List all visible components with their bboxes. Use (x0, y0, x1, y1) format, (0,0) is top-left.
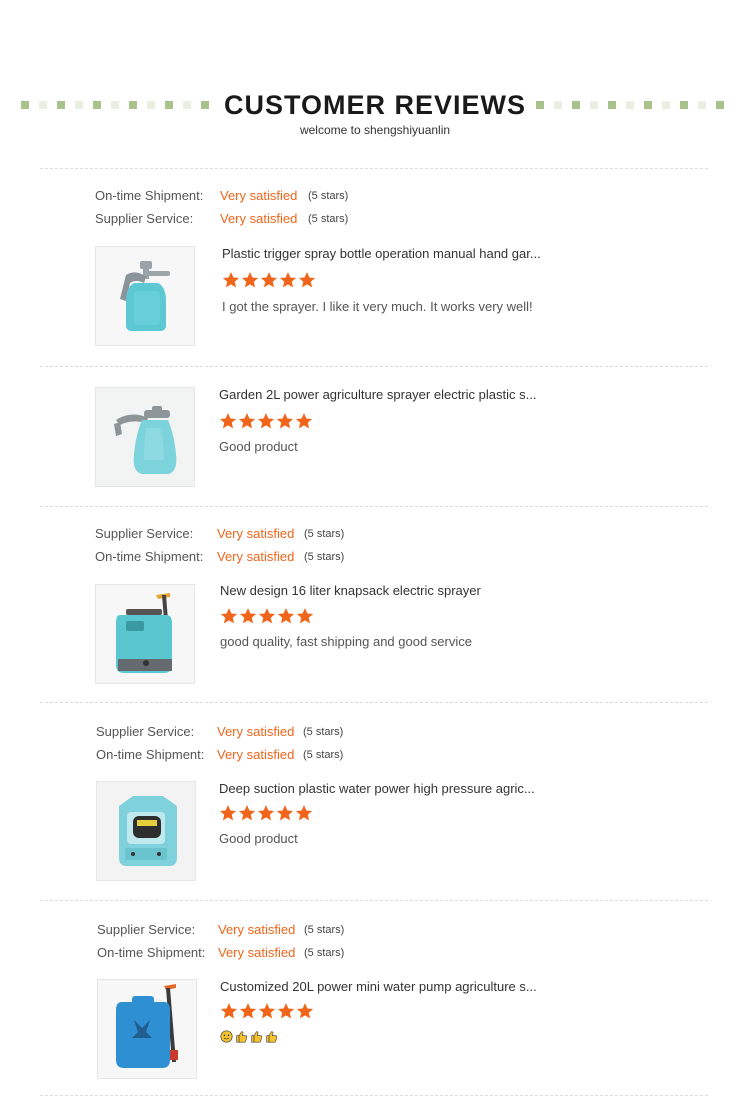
rating-stars-text: (5 stars) (308, 190, 349, 202)
star-icon (239, 1002, 257, 1020)
rating-label: On-time Shipment: (97, 945, 206, 960)
thumbs-up-emoji-icon (250, 1030, 263, 1043)
star-icon (296, 607, 314, 625)
water-pump-image[interactable] (96, 781, 196, 881)
thumbs-up-emoji-icon (265, 1030, 278, 1043)
star-icon (277, 607, 295, 625)
rating-row-supplier-service: Supplier Service: Very satisfied (5 star… (95, 525, 415, 543)
rating-stars-text: (5 stars) (304, 924, 345, 936)
review-card: Supplier Service: Very satisfied (5 star… (40, 506, 708, 703)
rating-row-supplier-service: Supplier Service: Very satisfied (5 star… (96, 723, 416, 741)
star-icon (238, 412, 256, 430)
star-icon (220, 1002, 238, 1020)
rating-label: On-time Shipment: (95, 549, 204, 564)
star-icon (257, 804, 275, 822)
review-card: Supplier Service: Very satisfied (5 star… (40, 702, 708, 901)
star-icon (298, 271, 316, 289)
knapsack-sprayer-image[interactable] (95, 584, 195, 684)
rating-stars-text: (5 stars) (303, 726, 344, 738)
star-icon (219, 412, 237, 430)
review-card: On-time Shipment: Very satisfied (5 star… (40, 168, 708, 367)
star-rating (220, 607, 314, 625)
star-icon (258, 1002, 276, 1020)
rating-row-supplier-service: Supplier Service: Very satisfied (5 star… (95, 210, 415, 228)
thumbs-up-emoji-icon (235, 1030, 248, 1043)
rating-label: On-time Shipment: (95, 188, 204, 203)
product-title-link[interactable]: Customized 20L power mini water pump agr… (220, 979, 537, 995)
rating-label: Supplier Service: (97, 922, 196, 937)
star-icon (238, 804, 256, 822)
star-icon (295, 412, 313, 430)
smile-emoji-icon (220, 1030, 233, 1043)
rating-value: Very satisfied (217, 526, 295, 541)
product-title-link[interactable]: Deep suction plastic water power high pr… (219, 781, 535, 797)
star-icon (277, 1002, 295, 1020)
rating-value: Very satisfied (218, 945, 296, 960)
rating-label: On-time Shipment: (96, 747, 205, 762)
star-rating (220, 1002, 314, 1020)
blue-backpack-sprayer-image[interactable] (97, 979, 197, 1079)
star-icon (279, 271, 297, 289)
star-icon (295, 804, 313, 822)
rating-value: Very satisfied (217, 549, 295, 564)
star-rating (222, 271, 316, 289)
star-icon (276, 412, 294, 430)
divider (40, 1095, 708, 1096)
star-icon (258, 607, 276, 625)
star-icon (276, 804, 294, 822)
product-title-link[interactable]: Garden 2L power agriculture sprayer elec… (219, 387, 536, 403)
star-rating (219, 412, 313, 430)
product-title-link[interactable]: Plastic trigger spray bottle operation m… (222, 246, 541, 262)
rating-stars-text: (5 stars) (304, 551, 345, 563)
rating-label: Supplier Service: (95, 211, 194, 226)
star-icon (219, 804, 237, 822)
review-comment: I got the sprayer. I like it very much. … (222, 299, 533, 314)
review-comment: Good product (219, 439, 298, 454)
page-title: CUSTOMER REVIEWS (0, 88, 750, 122)
product-title-link[interactable]: New design 16 liter knapsack electric sp… (220, 583, 481, 599)
star-icon (220, 607, 238, 625)
rating-row-on-time-shipment: On-time Shipment: Very satisfied (5 star… (97, 944, 417, 962)
page-subtitle: welcome to shengshiyuanlin (299, 123, 451, 137)
rating-row-on-time-shipment: On-time Shipment: Very satisfied (5 star… (95, 187, 415, 205)
review-comment: good quality, fast shipping and good ser… (220, 634, 472, 649)
star-icon (257, 412, 275, 430)
rating-value: Very satisfied (218, 922, 296, 937)
review-card: Garden 2L power agriculture sprayer elec… (40, 366, 708, 507)
review-comment: Good product (219, 831, 298, 846)
reviews-header: CUSTOMER REVIEWS welcome to shengshiyuan… (0, 88, 750, 148)
review-card: Supplier Service: Very satisfied (5 star… (40, 900, 708, 1096)
star-icon (241, 271, 259, 289)
star-rating (219, 804, 313, 822)
rating-value: Very satisfied (217, 747, 295, 762)
rating-row-supplier-service: Supplier Service: Very satisfied (5 star… (97, 921, 417, 939)
rating-row-on-time-shipment: On-time Shipment: Very satisfied (5 star… (95, 548, 415, 566)
rating-stars-text: (5 stars) (304, 947, 345, 959)
review-comment (220, 1028, 280, 1044)
star-icon (296, 1002, 314, 1020)
rating-value: Very satisfied (220, 188, 298, 203)
rating-value: Very satisfied (220, 211, 298, 226)
star-icon (260, 271, 278, 289)
star-icon (222, 271, 240, 289)
rating-stars-text: (5 stars) (308, 213, 349, 225)
rating-stars-text: (5 stars) (303, 749, 344, 761)
rating-label: Supplier Service: (95, 526, 194, 541)
star-icon (239, 607, 257, 625)
garden-sprayer-bottle-image[interactable] (95, 387, 195, 487)
rating-label: Supplier Service: (96, 724, 195, 739)
trigger-spray-bottle-image[interactable] (95, 246, 195, 346)
rating-value: Very satisfied (217, 724, 295, 739)
rating-row-on-time-shipment: On-time Shipment: Very satisfied (5 star… (96, 746, 416, 764)
rating-stars-text: (5 stars) (304, 528, 345, 540)
